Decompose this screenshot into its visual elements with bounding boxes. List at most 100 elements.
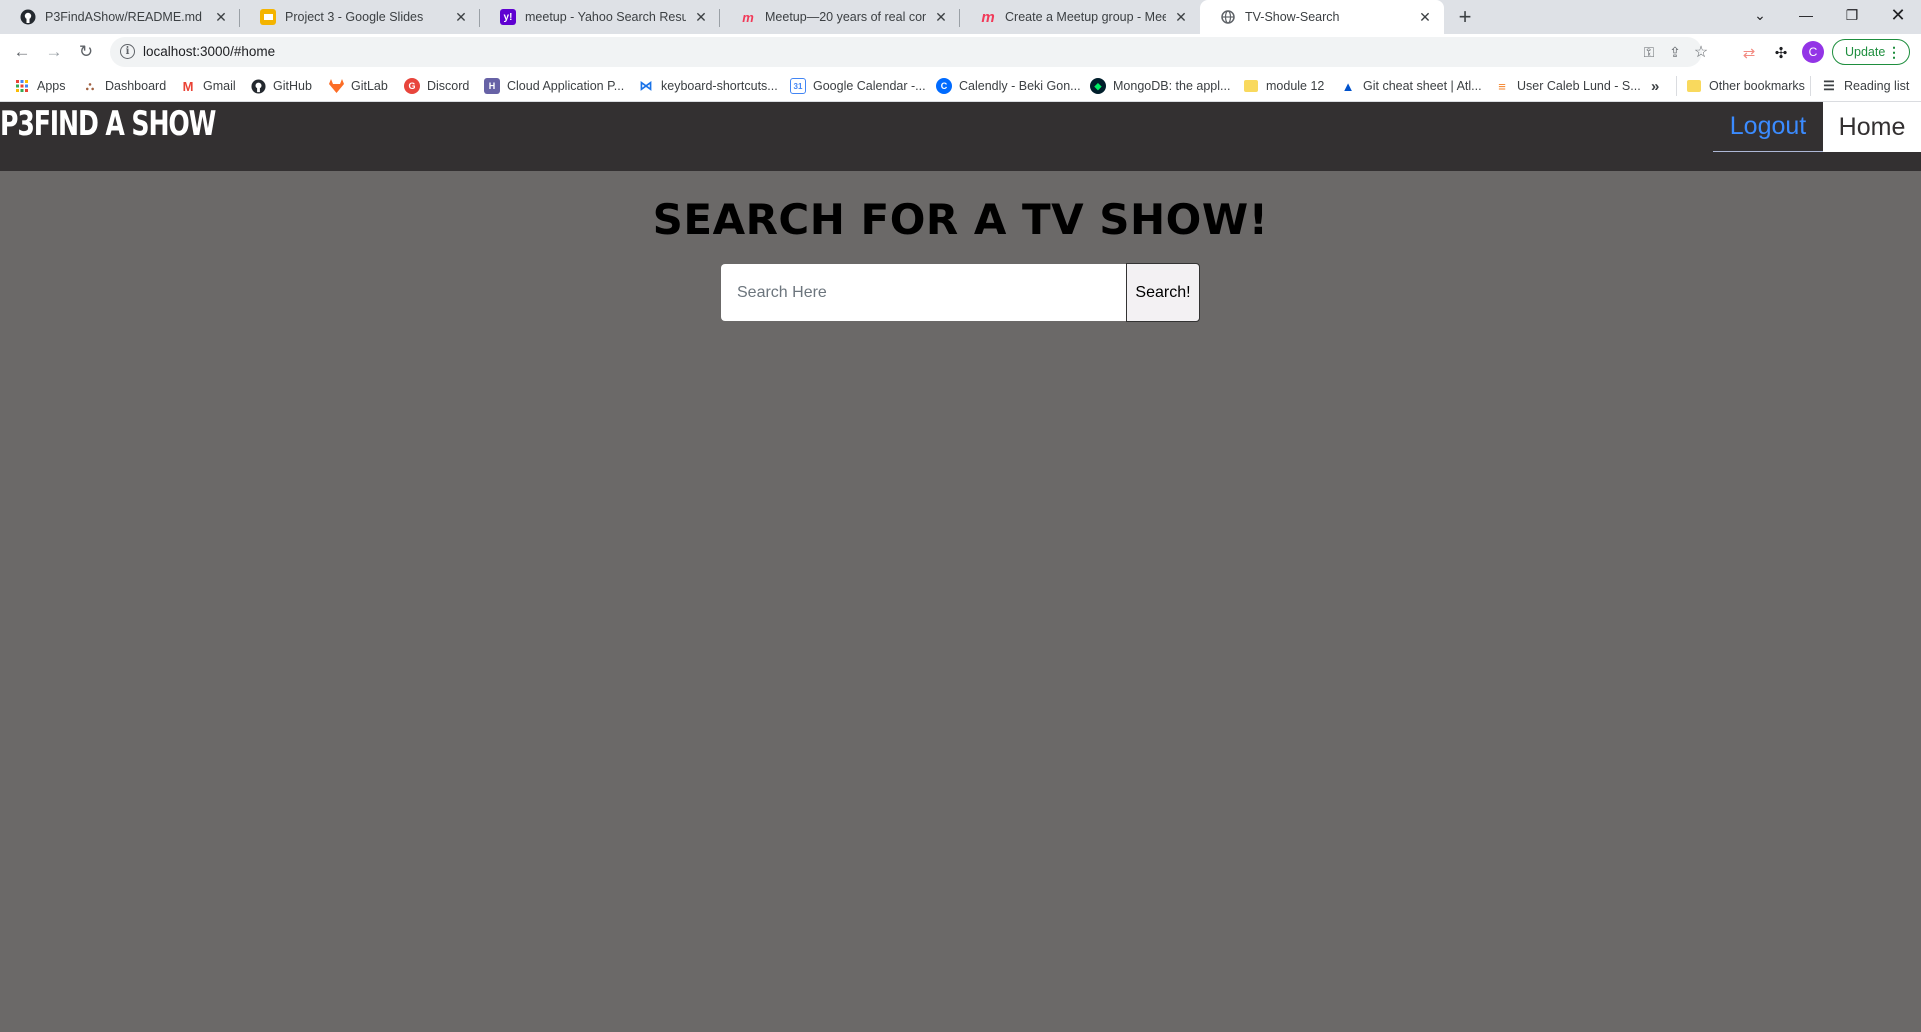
stackoverflow-icon: ≡ xyxy=(1498,78,1506,94)
other-bookmarks-label: Other bookmarks xyxy=(1709,79,1805,93)
tab-search-icon[interactable]: ⌄ xyxy=(1737,0,1783,30)
search-button[interactable]: Search! xyxy=(1126,263,1200,322)
bookmarks-bar: Apps ⛬ Dashboard M Gmail GitHub GitLab G… xyxy=(0,70,1921,102)
browser-tab[interactable]: P3FindAShow/README.md at ma ✕ xyxy=(0,0,240,34)
logout-link[interactable]: Logout xyxy=(1713,102,1823,152)
forward-icon[interactable]: → xyxy=(40,38,68,66)
page-title: SEARCH FOR A TV SHOW! xyxy=(652,195,1269,244)
tab-title: meetup - Yahoo Search Results xyxy=(525,10,686,24)
discord-icon: G xyxy=(404,78,420,94)
bookmark-item[interactable]: module 12 xyxy=(1244,76,1324,96)
meetup-icon: m xyxy=(981,8,995,26)
other-bookmarks[interactable]: Other bookmarks xyxy=(1676,76,1805,96)
tab-title: Project 3 - Google Slides xyxy=(285,10,424,24)
tab-title: Create a Meetup group - Meetup xyxy=(1005,10,1166,24)
bookmark-star-icon[interactable]: ☆ xyxy=(1692,43,1710,61)
address-bar[interactable]: i localhost:3000/#home ⚿ ⇪ ☆ xyxy=(110,37,1708,67)
bookmark-item[interactable]: ⋈ keyboard-shortcuts... xyxy=(638,76,778,96)
update-label: Update xyxy=(1845,45,1886,59)
more-bookmarks-chevron-icon[interactable]: » xyxy=(1651,76,1659,96)
home-link[interactable]: Home xyxy=(1823,102,1921,152)
close-tab-icon[interactable]: ✕ xyxy=(212,8,230,26)
dashboard-icon: ⛬ xyxy=(85,78,95,93)
bookmark-item[interactable]: C Calendly - Beki Gon... xyxy=(936,76,1081,96)
gitlab-icon xyxy=(328,78,344,94)
back-icon[interactable]: ← xyxy=(8,38,36,66)
key-icon[interactable]: ⚿ xyxy=(1640,43,1658,61)
tab-title: P3FindAShow/README.md at ma xyxy=(45,10,206,24)
reload-icon[interactable]: ↻ xyxy=(72,38,100,66)
folder-icon xyxy=(1687,80,1701,92)
bookmark-item[interactable]: ◆ MongoDB: the appl... xyxy=(1090,76,1230,96)
bookmark-label: Cloud Application P... xyxy=(507,79,625,93)
browser-tab-active[interactable]: TV-Show-Search ✕ xyxy=(1200,0,1444,34)
bookmark-label: Git cheat sheet | Atl... xyxy=(1363,79,1482,93)
close-tab-icon[interactable]: ✕ xyxy=(452,8,470,26)
bookmark-item[interactable]: GitHub xyxy=(250,76,312,96)
mongodb-icon: ◆ xyxy=(1090,78,1106,94)
reading-list-icon: ☰ xyxy=(1823,78,1835,93)
site-info-icon[interactable]: i xyxy=(120,44,135,59)
bookmark-item[interactable]: Apps xyxy=(14,76,66,96)
meetup-icon: m xyxy=(742,9,754,25)
bookmark-label: Gmail xyxy=(203,79,236,93)
extensions-puzzle-icon[interactable]: ✣ xyxy=(1771,43,1791,63)
close-tab-icon[interactable]: ✕ xyxy=(1416,8,1434,26)
bookmark-item[interactable]: 31 Google Calendar -... xyxy=(790,76,926,96)
atlassian-icon: ▲ xyxy=(1341,78,1355,94)
update-button[interactable]: Update ⋮ xyxy=(1832,39,1910,65)
bookmark-item[interactable]: ▲ Git cheat sheet | Atl... xyxy=(1340,76,1482,96)
vscode-icon: ⋈ xyxy=(639,78,653,93)
tab-title: TV-Show-Search xyxy=(1245,10,1340,24)
google-slides-icon xyxy=(260,9,276,25)
yahoo-icon: y! xyxy=(500,9,516,25)
github-icon xyxy=(250,78,266,94)
kebab-menu-icon[interactable]: ⋮ xyxy=(1887,44,1901,61)
bookmark-item[interactable]: G Discord xyxy=(404,76,469,96)
bookmark-label: keyboard-shortcuts... xyxy=(661,79,778,93)
browser-tab[interactable]: m Create a Meetup group - Meetup ✕ xyxy=(960,0,1200,34)
restore-icon[interactable]: ❐ xyxy=(1829,0,1875,30)
google-calendar-icon: 31 xyxy=(790,78,806,94)
folder-icon xyxy=(1244,80,1258,92)
browser-tab-strip: P3FindAShow/README.md at ma ✕ Project 3 … xyxy=(0,0,1921,34)
browser-toolbar: ← → ↻ i localhost:3000/#home ⚿ ⇪ ☆ xyxy=(0,34,1921,70)
close-tab-icon[interactable]: ✕ xyxy=(1172,8,1190,26)
share-icon[interactable]: ⇪ xyxy=(1666,43,1684,61)
bookmark-label: GitLab xyxy=(351,79,388,93)
github-icon xyxy=(20,9,36,25)
bookmark-item[interactable]: M Gmail xyxy=(180,76,236,96)
bookmark-label: User Caleb Lund - S... xyxy=(1517,79,1641,93)
brand-logo[interactable]: P3FIND A SHOW xyxy=(0,104,216,144)
minimize-icon[interactable]: — xyxy=(1783,0,1829,30)
search-input[interactable] xyxy=(721,264,1126,321)
bookmark-item[interactable]: H Cloud Application P... xyxy=(484,76,624,96)
calendly-icon: C xyxy=(936,78,952,94)
heroku-icon: H xyxy=(484,78,500,94)
globe-icon xyxy=(1220,9,1236,25)
extension-cast-icon[interactable]: ⇄ xyxy=(1739,43,1759,63)
bookmark-item[interactable]: ⛬ Dashboard xyxy=(82,76,166,96)
browser-tab[interactable]: m Meetup—20 years of real connec ✕ xyxy=(720,0,960,34)
apps-grid-icon xyxy=(14,78,30,94)
close-tab-icon[interactable]: ✕ xyxy=(932,8,950,26)
browser-tab[interactable]: Project 3 - Google Slides ✕ xyxy=(240,0,480,34)
app-header: P3FIND A SHOW Logout Home xyxy=(0,102,1921,171)
close-tab-icon[interactable]: ✕ xyxy=(692,8,710,26)
bookmark-item[interactable]: GitLab xyxy=(328,76,388,96)
reading-list[interactable]: ☰ Reading list xyxy=(1810,76,1909,96)
tab-title: Meetup—20 years of real connec xyxy=(765,10,926,24)
close-window-icon[interactable]: ✕ xyxy=(1875,0,1921,30)
bookmark-item[interactable]: ≡ User Caleb Lund - S... xyxy=(1494,76,1641,96)
gmail-icon: M xyxy=(182,78,194,94)
bookmark-label: module 12 xyxy=(1266,79,1325,93)
browser-tab[interactable]: y! meetup - Yahoo Search Results ✕ xyxy=(480,0,720,34)
page-viewport: P3FIND A SHOW Logout Home SEARCH FOR A T… xyxy=(0,102,1921,1032)
reading-list-label: Reading list xyxy=(1844,79,1910,93)
new-tab-icon[interactable]: + xyxy=(1452,4,1478,30)
bookmark-label: MongoDB: the appl... xyxy=(1113,79,1231,93)
address-bar-url[interactable]: localhost:3000/#home xyxy=(143,44,275,59)
avatar[interactable]: C xyxy=(1802,41,1824,63)
bookmark-label: Google Calendar -... xyxy=(813,79,926,93)
bookmark-label: Apps xyxy=(37,79,66,93)
